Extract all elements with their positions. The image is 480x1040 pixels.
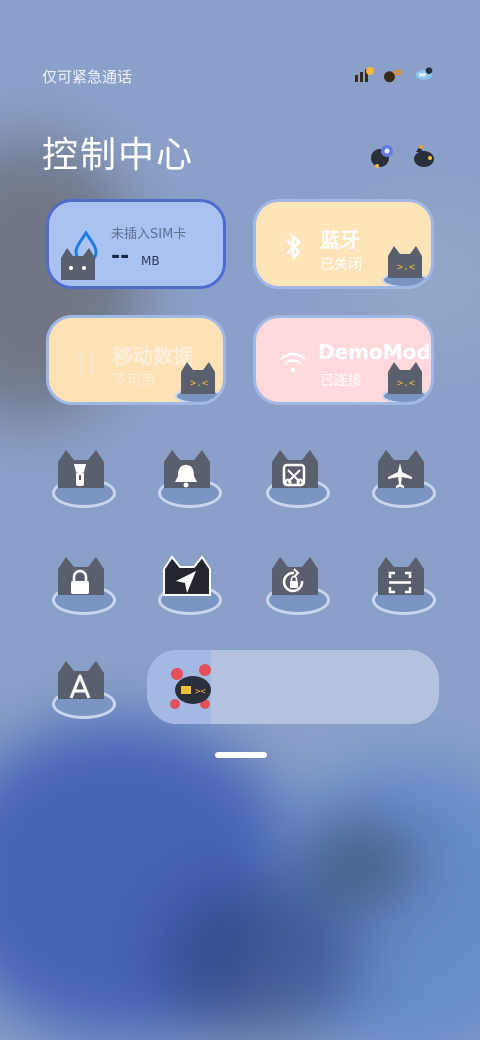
bluetooth-icon xyxy=(286,234,301,260)
cat-mascot-icon xyxy=(57,246,99,286)
wifi-tile[interactable]: DemoMod 已连接 >.< xyxy=(253,315,434,405)
font-a-icon xyxy=(69,674,91,699)
airplane-icon xyxy=(388,463,412,488)
cat-mascot-icon: >.< xyxy=(173,358,223,402)
flashlight-icon xyxy=(74,464,86,486)
bluetooth-tile[interactable]: 蓝牙 已关闭 >.< xyxy=(253,199,434,289)
svg-text:>.<: >.< xyxy=(397,262,415,273)
signal-icon xyxy=(354,64,374,84)
flashlight-toggle[interactable] xyxy=(42,446,118,522)
settings-icon[interactable] xyxy=(368,142,396,170)
mobile-data-icon xyxy=(76,351,96,375)
svg-text:>.<: >.< xyxy=(190,378,208,389)
svg-text:>.<: >.< xyxy=(397,378,415,389)
mobile-data-status: 不可用 xyxy=(113,373,155,389)
bell-toggle[interactable] xyxy=(148,446,224,522)
drag-handle[interactable] xyxy=(215,752,267,758)
svg-text:><: >< xyxy=(195,687,206,697)
data-usage-value: -- xyxy=(111,244,130,269)
location-toggle[interactable] xyxy=(148,553,224,629)
scanner-icon xyxy=(388,571,412,594)
scanner-toggle[interactable] xyxy=(362,553,438,629)
lock-icon xyxy=(71,569,89,594)
bluetooth-label: 蓝牙 xyxy=(320,228,360,252)
sim-status-label: 未插入SIM卡 xyxy=(111,227,187,242)
data-usage-unit: MB xyxy=(141,254,160,268)
rotation-lock-icon xyxy=(282,568,304,593)
page-title: 控制中心 xyxy=(42,135,195,176)
bluetooth-status: 已关闭 xyxy=(320,257,362,273)
carrier-status: 仅可紧急通话 xyxy=(42,68,133,86)
data-usage-tile[interactable]: 未插入SIM卡 -- MB xyxy=(46,199,226,289)
bell-icon xyxy=(175,465,197,488)
lock-toggle[interactable] xyxy=(42,553,118,629)
wifi-icon xyxy=(280,352,306,373)
battery-icon xyxy=(414,64,434,84)
mobile-data-tile[interactable]: 移动数据 不可用 >.< xyxy=(46,315,226,405)
header-actions xyxy=(368,142,438,170)
status-icons xyxy=(354,64,434,84)
cat-mascot-icon: >.< xyxy=(380,242,430,286)
font-a-toggle[interactable] xyxy=(42,657,118,733)
location-icon xyxy=(176,571,196,593)
rotation-lock-toggle[interactable] xyxy=(256,553,332,629)
airplane-toggle[interactable] xyxy=(362,446,438,522)
screenshot-icon xyxy=(282,463,306,487)
cat-mascot-icon: >.< xyxy=(380,358,430,402)
screenshot-toggle[interactable] xyxy=(256,446,332,522)
brightness-mascot-icon: >< xyxy=(165,660,217,718)
brightness-slider[interactable]: >< xyxy=(147,650,439,724)
wifi-status: 已连接 xyxy=(320,373,362,389)
edit-icon[interactable] xyxy=(410,142,438,170)
wifi-status-icon xyxy=(384,64,404,84)
